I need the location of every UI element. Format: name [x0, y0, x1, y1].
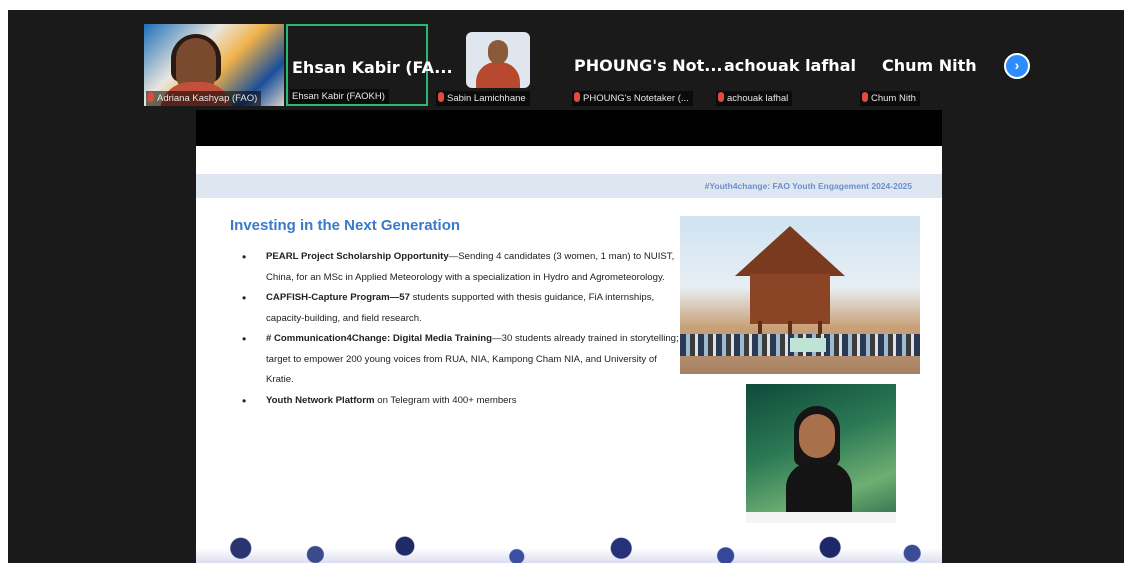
participant-display-name: achouak lafhal: [724, 56, 856, 75]
bullet-item: CAPFISH-Capture Program—57 students supp…: [242, 288, 686, 329]
avatar-body: [476, 62, 520, 88]
participant-label: Sabin Lamichhane: [436, 91, 530, 106]
participant-display-name: Chum Nith: [882, 56, 977, 75]
slide-banner-text: #Youth4change: FAO Youth Engagement 2024…: [704, 181, 912, 191]
person-face: [799, 414, 835, 458]
participant-name: achouak lafhal: [727, 93, 789, 104]
participant-label: PHOUNG's Notetaker (...: [572, 91, 693, 106]
portrait-poster: [746, 384, 896, 534]
participant-name: Sabin Lamichhane: [447, 93, 526, 104]
bullet-item: Youth Network Platform on Telegram with …: [242, 391, 686, 412]
avatar-head: [488, 40, 508, 64]
slide-heading: Investing in the Next Generation: [230, 217, 461, 234]
participant-name: PHOUNG's Notetaker (...: [583, 93, 689, 104]
participant-label: Ehsan Kabir (FAOKH): [290, 89, 389, 104]
group-banner: [790, 338, 826, 352]
participant-tile-chum[interactable]: Chum Nith Chum Nith: [854, 24, 977, 106]
participant-name: Chum Nith: [871, 93, 916, 104]
bullet-text: on Telegram with 400+ members: [374, 394, 517, 406]
participant-strip: Adriana Kashyap (FAO) Ehsan Kabir (FA...…: [8, 10, 1124, 108]
participant-label: Chum Nith: [860, 91, 920, 106]
participant-tile-adriana[interactable]: Adriana Kashyap (FAO): [144, 24, 284, 106]
mic-muted-icon: [718, 92, 724, 103]
participant-name: Adriana Kashyap (FAO): [157, 93, 258, 104]
group-photo: [680, 216, 920, 374]
bullet-bold: CAPFISH-Capture Program—57: [266, 292, 410, 303]
bullet-bold: # Communication4Change: Digital Media Tr…: [266, 333, 493, 344]
participant-display-name: Ehsan Kabir (FA...: [292, 58, 453, 77]
slide-footer-decoration: [196, 523, 942, 563]
participant-tile-achouak[interactable]: achouak lafhal achouak lafhal: [714, 24, 856, 106]
participant-avatar: [466, 32, 530, 88]
participant-display-name: PHOUNG's Not...: [574, 56, 723, 75]
meeting-window: Adriana Kashyap (FAO) Ehsan Kabir (FA...…: [8, 10, 1124, 563]
participant-name: Ehsan Kabir (FAOKH): [292, 91, 385, 102]
bullet-bold: PEARL Project Scholarship Opportunity: [266, 251, 449, 262]
next-participants-button[interactable]: ›: [1004, 53, 1030, 79]
bullet-item: PEARL Project Scholarship Opportunity—Se…: [242, 247, 686, 288]
person-body: [786, 462, 852, 514]
slide-banner: #Youth4change: FAO Youth Engagement 2024…: [196, 174, 942, 198]
house-roof: [735, 226, 845, 276]
participant-label: Adriana Kashyap (FAO): [146, 91, 262, 106]
participant-tile-sabin[interactable]: Sabin Lamichhane: [430, 24, 548, 106]
bullet-item: # Communication4Change: Digital Media Tr…: [242, 329, 686, 391]
mic-muted-icon: [438, 92, 444, 103]
bullet-bold: Youth Network Platform: [266, 394, 375, 406]
house-body: [750, 274, 830, 324]
participant-tile-ehsan[interactable]: Ehsan Kabir (FA... Ehsan Kabir (FAOKH): [286, 24, 453, 106]
shared-screen-slide: #Youth4change: FAO Youth Engagement 2024…: [196, 110, 942, 563]
mic-muted-icon: [574, 92, 580, 103]
mic-muted-icon: [862, 92, 868, 103]
bullet-list: PEARL Project Scholarship Opportunity—Se…: [234, 247, 686, 411]
slide-top-bar: [196, 110, 942, 146]
mic-muted-icon: [148, 92, 154, 103]
participant-label: achouak lafhal: [716, 91, 793, 106]
participant-tile-phoung[interactable]: PHOUNG's Not... PHOUNG's Notetaker (...: [570, 24, 723, 106]
